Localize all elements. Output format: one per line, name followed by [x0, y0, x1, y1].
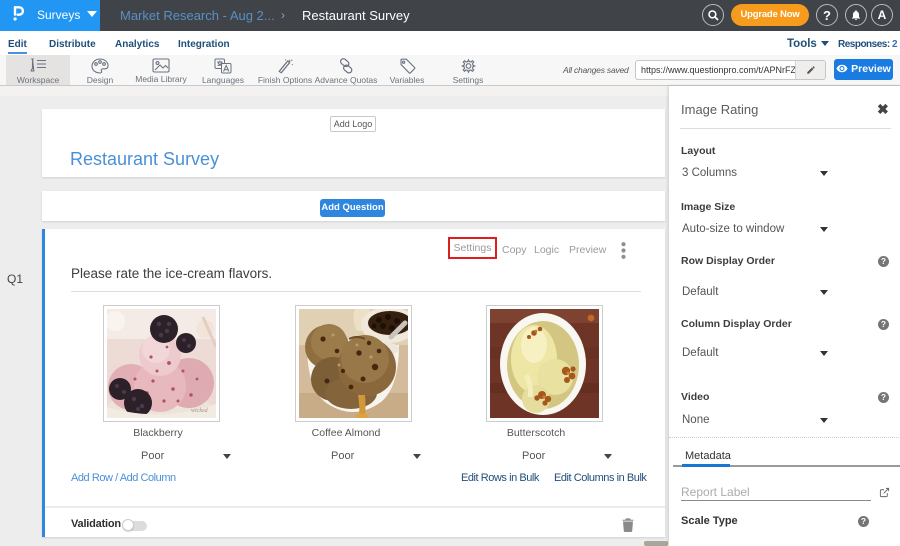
- svg-text:wicked: wicked: [191, 408, 209, 414]
